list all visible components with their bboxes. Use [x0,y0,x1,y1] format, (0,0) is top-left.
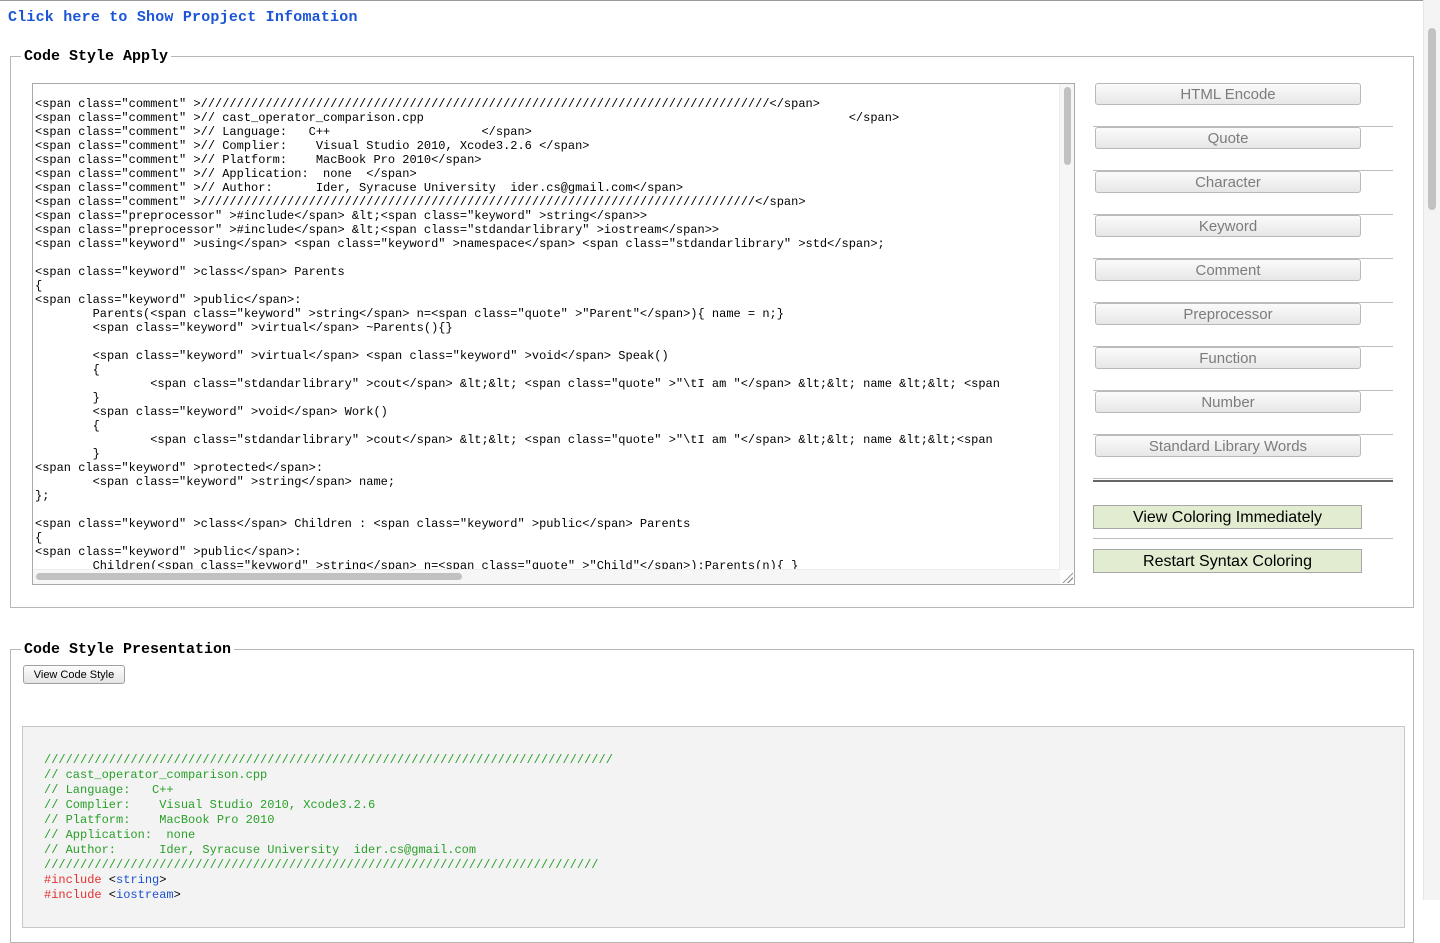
code-line: <span class="keyword" >protected</span>: [35,461,324,475]
code-line: <span class="keyword" >class</span> Chil… [35,517,691,531]
button-separator [1093,480,1393,482]
code-line: } [35,391,100,405]
style-button-row: Standard Library Words [1093,435,1393,479]
number-button[interactable]: Number [1095,391,1361,413]
source-code-text: <span class="comment" >/////////////////… [35,97,1000,573]
code-line: <span class="keyword" >virtual</span> <s… [35,349,669,363]
code-line: <span class="comment" >// Author: Ider, … [35,181,684,195]
code-line: <span class="keyword" >using</span> <spa… [35,237,885,251]
view-code-style-button[interactable]: View Code Style [23,665,125,684]
top-border [0,0,1440,1]
button-separator-thin [1093,538,1393,539]
code-preview-panel: ////////////////////////////////////////… [22,726,1405,928]
code-line: } [35,447,100,461]
code-line: <span class="stdandarlibrary" >cout</spa… [35,433,993,447]
style-button-row: Comment [1093,259,1393,303]
preview-token: < [101,873,117,887]
code-style-apply-legend: Code Style Apply [24,48,169,65]
preprocessor-button[interactable]: Preprocessor [1095,303,1361,325]
textarea-horizontal-scrollbar[interactable] [33,569,1060,584]
code-line: { [35,363,100,377]
textarea-vertical-thumb[interactable] [1064,87,1071,165]
code-line: <span class="preprocessor" >#include</sp… [35,223,720,237]
code-line: <span class="keyword" >public</span>: [35,293,302,307]
style-button-row: Number [1093,391,1393,435]
style-button-row: Preprocessor [1093,303,1393,347]
character-button[interactable]: Character [1095,171,1361,193]
code-line: <span class="comment" >// Complier: Visu… [35,139,590,153]
quote-button[interactable]: Quote [1095,127,1361,149]
preview-token: // Author: Ider, Syracuse University ide… [44,843,477,857]
code-line: <span class="comment" >/////////////////… [35,195,806,209]
restart-syntax-coloring-button[interactable]: Restart Syntax Coloring [1093,549,1362,573]
code-line: <span class="keyword" >void</span> Work(… [35,405,388,419]
code-line: <span class="keyword" >string</span> nam… [35,475,396,489]
page-scroll-thumb[interactable] [1428,28,1436,210]
code-line: Parents(<span class="keyword" >string</s… [35,307,784,321]
code-line: <span class="keyword" >virtual</span> ~P… [35,321,453,335]
code-line: <span class="stdandarlibrary" >cout</spa… [35,377,1000,391]
view-coloring-immediately-button[interactable]: View Coloring Immediately [1093,505,1362,529]
html-encode-button[interactable]: HTML Encode [1095,83,1361,105]
style-button-row: Character [1093,171,1393,215]
code-line: <span class="comment" >// Platform: MacB… [35,153,482,167]
style-button-row: Function [1093,347,1393,391]
textarea-horizontal-thumb[interactable] [36,573,462,580]
code-line: <span class="comment" >// cast_operator_… [35,111,900,125]
style-button-row: HTML Encode [1093,83,1393,127]
code-line: <span class="comment" >/////////////////… [35,97,820,111]
preview-token: // Platform: MacBook Pro 2010 [44,813,275,827]
preview-token: #include [44,873,102,887]
preview-token: // Language: C++ [44,783,174,797]
code-line: <span class="comment" >// Application: n… [35,167,417,181]
source-code-textarea[interactable]: <span class="comment" >/////////////////… [32,83,1075,585]
preview-token: > [159,873,167,887]
style-button-column: HTML Encode Quote Character Keyword Comment P… [1093,83,1393,479]
code-preview-text: ////////////////////////////////////////… [44,753,613,903]
preview-token: ////////////////////////////////////////… [44,753,613,767]
code-line: }; [35,489,50,503]
code-line: { [35,279,43,293]
textarea-vertical-scrollbar[interactable] [1059,84,1074,570]
preview-token: // Complier: Visual Studio 2010, Xcode3.… [44,798,376,812]
style-button-row: Keyword [1093,215,1393,259]
show-project-info-link[interactable]: Click here to Show Propject Infomation [8,9,358,26]
code-line: { [35,531,43,545]
code-line: <span class="keyword" >class</span> Pare… [35,265,345,279]
code-line: <span class="comment" >// Language: C++ … [35,125,532,139]
code-style-presentation-legend: Code Style Presentation [24,641,232,658]
preview-token: ////////////////////////////////////////… [44,858,599,872]
code-line: <span class="preprocessor" >#include</sp… [35,209,648,223]
code-line: { [35,419,100,433]
keyword-button[interactable]: Keyword [1095,215,1361,237]
textarea-resize-grip-icon[interactable] [1061,571,1073,583]
code-line: <span class="keyword" >public</span>: [35,545,302,559]
comment-button[interactable]: Comment [1095,259,1361,281]
standard-library-words-button[interactable]: Standard Library Words [1095,435,1361,457]
preview-token: // cast_operator_comparison.cpp [44,768,268,782]
function-button[interactable]: Function [1095,347,1361,369]
style-button-row: Quote [1093,127,1393,171]
preview-token: string [116,873,160,887]
preview-token: // Application: none [44,828,196,842]
page-vertical-scrollbar[interactable] [1423,0,1440,900]
